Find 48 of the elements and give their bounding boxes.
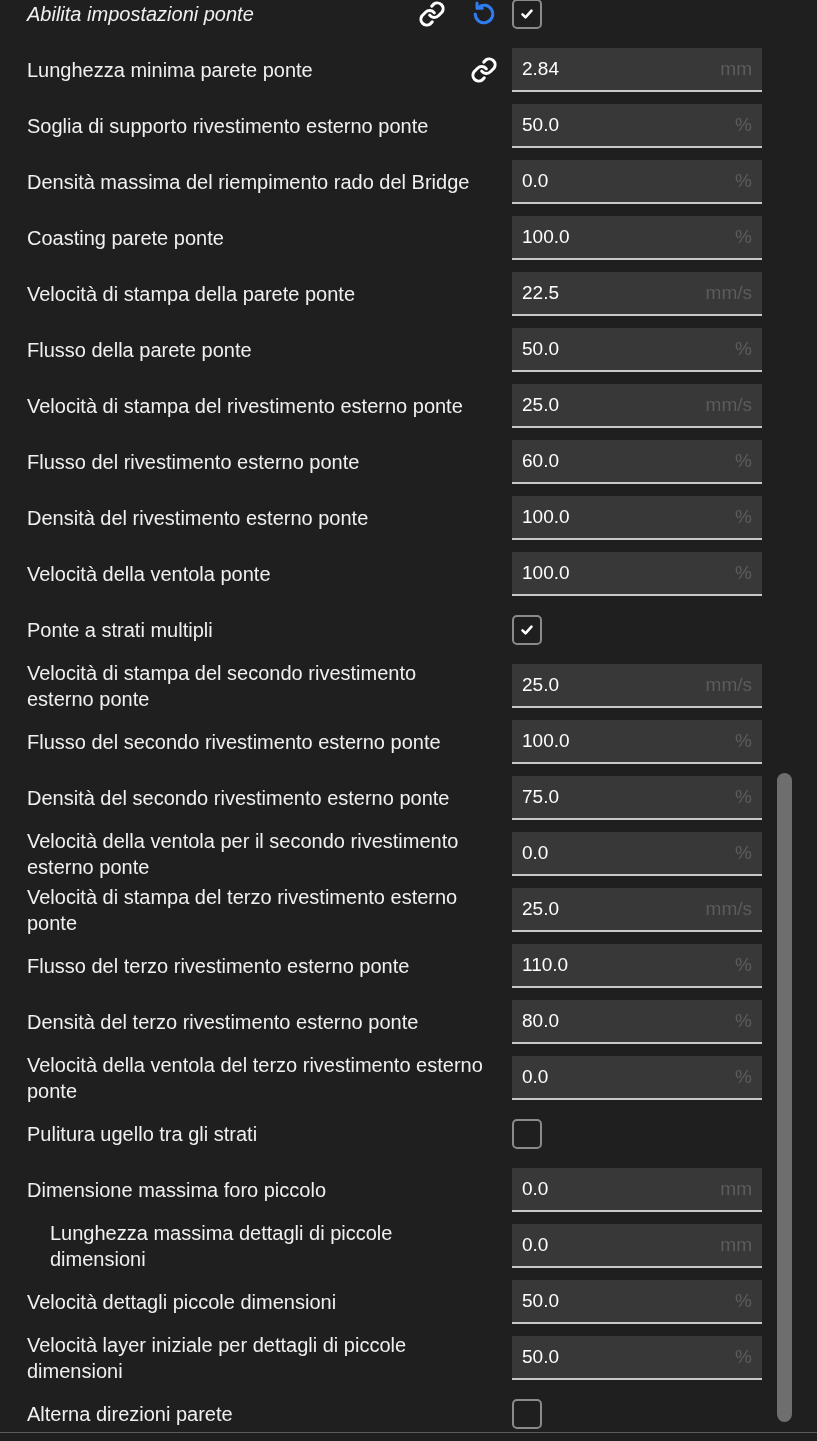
- setting-label: Lunghezza massima dettagli di piccole dimensioni: [49, 1221, 394, 1272]
- input-field[interactable]: 50.0 %: [512, 328, 762, 372]
- input-field[interactable]: 100.0 %: [512, 216, 762, 260]
- setting-label: Velocità di stampa del rivestimento esterno ponte: [27, 394, 464, 419]
- setting-label: Densità del rivestimento esterno ponte: [27, 506, 370, 531]
- input-field[interactable]: 50.0 %: [512, 104, 762, 148]
- setting-label: Pulitura ugello tra gli strati: [27, 1122, 259, 1147]
- input-field[interactable]: 75.0 %: [512, 776, 762, 820]
- input-field[interactable]: 100.0 %: [512, 496, 762, 540]
- checkbox[interactable]: [512, 1399, 542, 1429]
- setting-label: Flusso del rivestimento esterno ponte: [27, 450, 361, 475]
- checkbox[interactable]: [512, 0, 542, 29]
- setting-label: Velocità della ventola per il secondo rivestimento esterno ponte: [27, 829, 460, 880]
- checkbox[interactable]: [512, 1119, 542, 1149]
- input-field[interactable]: 0.0 %: [512, 160, 762, 204]
- scrollbar[interactable]: [777, 773, 792, 1422]
- setting-label: Flusso del secondo rivestimento esterno ponte: [27, 730, 442, 755]
- setting-label: Densità del secondo rivestimento esterno ponte: [27, 786, 451, 811]
- input-field[interactable]: 0.0 %: [512, 832, 762, 876]
- setting-label: Coasting parete ponte: [27, 226, 225, 251]
- setting-label: Flusso della parete ponte: [27, 338, 253, 363]
- setting-label: Velocità dettagli piccole dimensioni: [27, 1290, 338, 1315]
- input-field[interactable]: 110.0 %: [512, 944, 762, 988]
- setting-label: Soglia di supporto rivestimento esterno ponte: [27, 114, 430, 139]
- setting-label: Velocità della ventola del terzo rivestimento esterno ponte: [27, 1053, 484, 1104]
- setting-label: Velocità della ventola ponte: [27, 562, 272, 587]
- setting-label: Ponte a strati multipli: [27, 618, 214, 643]
- setting-label: Velocità di stampa della parete ponte: [27, 282, 356, 307]
- setting-label: Flusso del terzo rivestimento esterno ponte: [27, 954, 411, 979]
- checkbox[interactable]: [512, 615, 542, 645]
- setting-label: Densità del terzo rivestimento esterno ponte: [27, 1010, 420, 1035]
- input-field[interactable]: 0.0 %: [512, 1056, 762, 1100]
- setting-label: Alterna direzioni parete: [27, 1402, 234, 1427]
- input-field[interactable]: 50.0 %: [512, 1336, 762, 1380]
- setting-label: Dimensione massima foro piccolo: [27, 1178, 327, 1203]
- input-field[interactable]: 60.0 %: [512, 440, 762, 484]
- setting-label: Lunghezza minima parete ponte: [27, 58, 314, 83]
- setting-label: Velocità layer iniziale per dettagli di piccole dimensioni: [27, 1333, 408, 1384]
- setting-label: Densità massima del riempimento rado del Bridge: [27, 170, 471, 195]
- setting-label: Velocità di stampa del secondo rivestimento esterno ponte: [27, 661, 418, 712]
- input-field[interactable]: 50.0 %: [512, 1280, 762, 1324]
- link-icon[interactable]: [470, 56, 498, 84]
- input-field[interactable]: 80.0 %: [512, 1000, 762, 1044]
- input-field[interactable]: 100.0 %: [512, 720, 762, 764]
- setting-label: Velocità di stampa del terzo rivestimento esterno ponte: [27, 885, 459, 936]
- input-field[interactable]: 100.0 %: [512, 552, 762, 596]
- link-icon[interactable]: [418, 0, 446, 28]
- setting-label: Abilita impostazioni ponte: [27, 2, 255, 27]
